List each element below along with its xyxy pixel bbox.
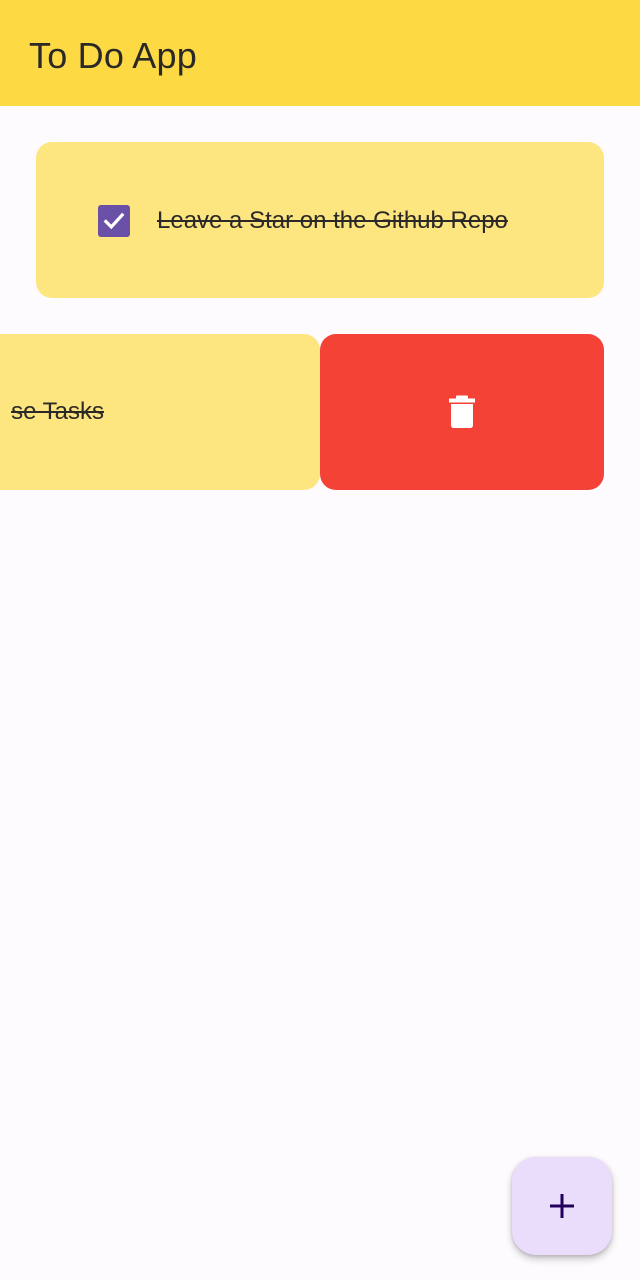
check-icon bbox=[103, 212, 125, 230]
task-checkbox[interactable] bbox=[98, 205, 130, 237]
delete-button[interactable] bbox=[320, 334, 604, 490]
task-label: Leave a Star on the Github Repo bbox=[157, 207, 508, 234]
trash-icon bbox=[449, 395, 475, 428]
plus-icon bbox=[550, 1194, 574, 1218]
task-label: se Tasks bbox=[11, 398, 104, 425]
app-bar: To Do App bbox=[0, 0, 640, 106]
swiped-task-container[interactable]: se Tasks bbox=[0, 334, 320, 490]
add-task-button[interactable] bbox=[512, 1157, 612, 1255]
app-title: To Do App bbox=[29, 35, 197, 76]
task-card[interactable]: se Tasks bbox=[0, 334, 320, 490]
